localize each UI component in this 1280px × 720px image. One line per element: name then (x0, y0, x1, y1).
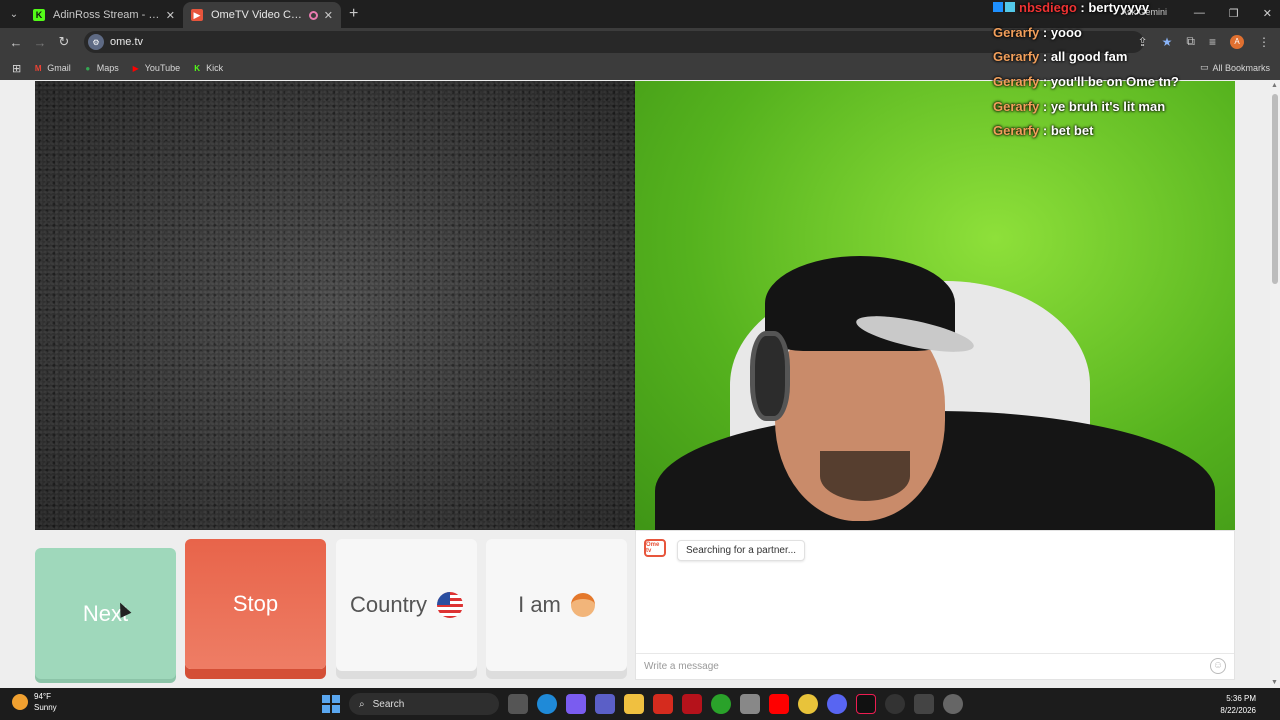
forward-arrow-icon[interactable]: → (28, 35, 52, 50)
scroll-up-icon[interactable]: ▲ (1271, 82, 1278, 89)
file-explorer-icon[interactable] (624, 694, 644, 714)
country-button[interactable]: Country (336, 539, 477, 671)
maps-icon: ● (85, 63, 91, 73)
windows-start-icon[interactable] (322, 695, 340, 713)
stop-label: Stop (232, 591, 279, 616)
emoji-picker-icon[interactable]: ☺ (1210, 658, 1226, 674)
clock-date: 8/22/2026 (1220, 706, 1256, 715)
recording-indicator-icon (308, 10, 318, 20)
chat-line: Gerarfy : ye bruh it's lit man (993, 99, 1166, 114)
system-clock[interactable]: 5:36 PM 8/22/2026 (1220, 693, 1256, 717)
sun-icon (12, 694, 28, 710)
temperature: 94°F (34, 692, 51, 701)
taskbar-search[interactable]: ⌕ Search (349, 693, 499, 715)
amazon-icon[interactable] (740, 694, 760, 714)
chevron-down-icon: ⌄ (9, 8, 19, 20)
tab-title: OmeTV Video Chat — Ome (211, 9, 303, 21)
discord-icon[interactable] (827, 694, 847, 714)
chat-badges-icon (993, 0, 1019, 15)
chat-line: Gerarfy : you'll be on Ome tn? (993, 74, 1179, 89)
chrome-icon[interactable] (798, 694, 818, 714)
close-window-icon[interactable]: ✕ (1263, 7, 1272, 20)
headset-shape (750, 331, 790, 421)
tab-title: AdinRoss Stream - Watch Live o (53, 9, 166, 21)
reload-icon[interactable]: ↻ (52, 34, 76, 50)
app-circle-icon[interactable] (885, 694, 905, 714)
status-message: Searching for a partner... (677, 540, 806, 561)
windows-taskbar: 94°F Sunny ⌕ Search 5:36 PM 8/22/2026 (0, 688, 1280, 720)
self-webcam-video (635, 81, 1235, 530)
kick-icon: K (194, 63, 201, 73)
chat-line: nbsdiego : bertyyyyy Ask Gemini (993, 0, 1167, 17)
menu-kebab-icon[interactable]: ⋮ (1258, 35, 1270, 49)
person-beard-shape (820, 451, 910, 501)
settings-gear-icon[interactable] (943, 694, 963, 714)
bookmark-kick[interactable]: K Kick (192, 63, 223, 73)
tab-ometv[interactable]: ▶ OmeTV Video Chat — Ome ✕ (183, 2, 341, 28)
weather-condition: Sunny (34, 703, 57, 712)
clock-time: 5:36 PM (1226, 694, 1256, 703)
gender-label: I am (518, 592, 561, 617)
copilot-icon[interactable] (566, 694, 586, 714)
all-bookmarks[interactable]: ▭ All Bookmarks (1200, 62, 1270, 73)
xbox-icon[interactable] (711, 694, 731, 714)
page-scrollbar[interactable]: ▲ ▼ (1270, 80, 1280, 688)
youtube-app-icon[interactable] (769, 694, 789, 714)
scroll-down-icon[interactable]: ▼ (1271, 679, 1278, 686)
gender-button[interactable]: I am (486, 539, 627, 671)
ometv-logo-icon: Ome tv (644, 539, 666, 557)
extensions-icon[interactable]: ⧉ (1186, 34, 1195, 49)
new-tab-button[interactable]: + (349, 5, 358, 23)
bookmark-maps[interactable]: ● Maps (83, 63, 118, 73)
task-view-icon[interactable] (508, 694, 528, 714)
partner-video-static (35, 81, 635, 530)
teams-icon[interactable] (595, 694, 615, 714)
install-app-icon[interactable]: ⇪ (1138, 35, 1148, 49)
address-bar[interactable]: ⚙ ome.tv (84, 31, 1144, 53)
next-button[interactable]: Next (35, 548, 176, 679)
ask-gemini-button[interactable]: Ask Gemini (1121, 7, 1167, 17)
app-l-icon[interactable] (653, 694, 673, 714)
close-tab-icon[interactable]: ✕ (324, 9, 333, 22)
youtube-icon: ▶ (132, 63, 139, 73)
url-text: ome.tv (110, 36, 144, 48)
window-controls: — ❐ ✕ (1194, 7, 1272, 20)
bookmark-youtube[interactable]: ▶ YouTube (131, 63, 180, 73)
reading-list-icon[interactable]: ≡ (1209, 35, 1216, 49)
bookmark-gmail[interactable]: M Gmail (33, 63, 71, 73)
message-input[interactable]: Write a message (636, 653, 1234, 679)
boy-emoji-icon (570, 593, 595, 617)
tab-search-button[interactable]: ⌄ (3, 3, 25, 25)
kick-favicon-icon: K (33, 9, 45, 21)
scroll-thumb[interactable] (1272, 94, 1278, 284)
site-info-icon[interactable]: ⚙ (88, 34, 104, 50)
gmail-icon: M (34, 63, 42, 73)
mcafee-icon[interactable] (682, 694, 702, 714)
bookmark-star-icon[interactable]: ★ (1162, 35, 1173, 49)
country-label: Country (349, 592, 428, 617)
apps-grid-icon[interactable]: ⊞ (12, 62, 21, 75)
edge-icon[interactable] (537, 694, 557, 714)
close-tab-icon[interactable]: ✕ (166, 9, 175, 22)
search-icon: ⌕ (359, 698, 365, 710)
maximize-icon[interactable]: ❐ (1229, 7, 1239, 20)
chat-line: Gerarfy : yooo (993, 25, 1082, 40)
folder-icon: ▭ (1199, 62, 1209, 72)
toolbar-actions: ⇪ ★ ⧉ ≡ A ⋮ (1138, 34, 1270, 49)
taskbar-apps: ⌕ Search (322, 693, 963, 715)
text-chat-panel: Ome tv Searching for a partner... Write … (635, 530, 1235, 680)
us-flag-icon (437, 592, 464, 618)
minimize-icon[interactable]: — (1194, 7, 1205, 20)
stop-button[interactable]: Stop (185, 539, 326, 669)
tab-adinross[interactable]: K AdinRoss Stream - Watch Live o ✕ (25, 2, 183, 28)
chat-line: Gerarfy : bet bet (993, 123, 1094, 138)
weather-widget[interactable]: 94°F Sunny (12, 691, 57, 713)
ometv-favicon-icon: ▶ (191, 9, 203, 21)
back-arrow-icon[interactable]: ← (4, 35, 28, 50)
profile-avatar[interactable]: A (1230, 34, 1244, 49)
tiktok-icon[interactable] (856, 694, 876, 714)
chat-line: Gerarfy : all good fam (993, 49, 1128, 64)
terminal-icon[interactable] (914, 694, 934, 714)
